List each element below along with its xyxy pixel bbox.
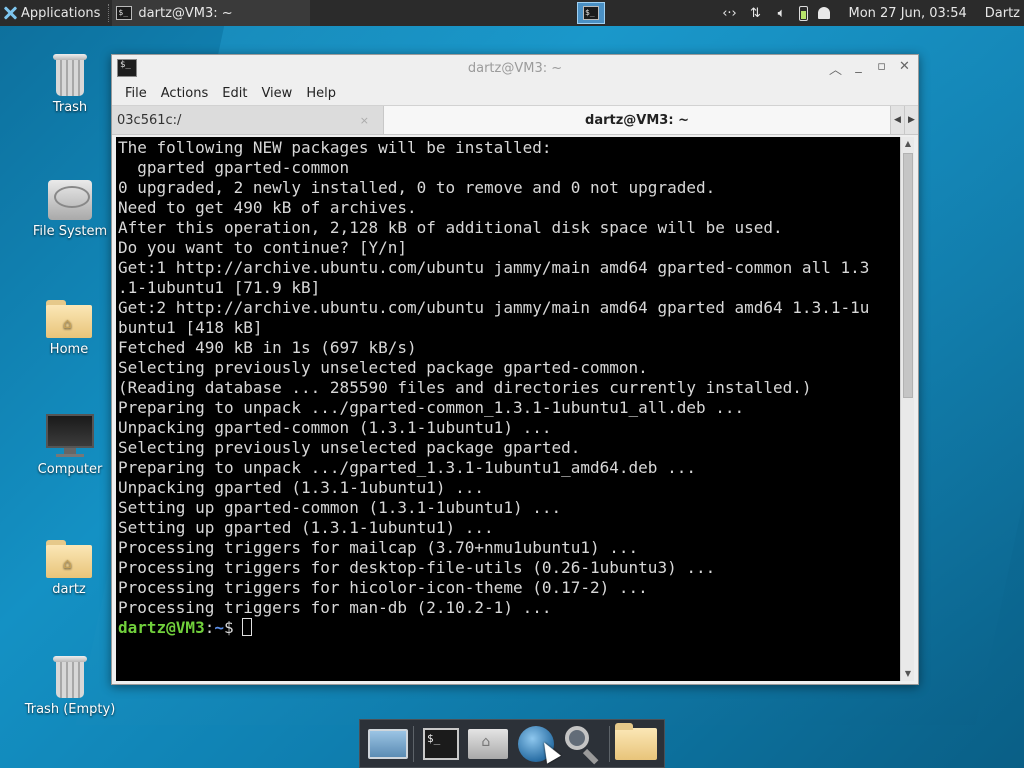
close-icon[interactable]: ✕ (897, 59, 912, 78)
shade-icon[interactable]: ︿ (828, 59, 843, 78)
tab-dartz-home[interactable]: dartz@VM3: ~ (384, 106, 890, 134)
terminal-line: Processing triggers for mailcap (3.70+nm… (118, 538, 639, 557)
monitor-icon (46, 414, 94, 458)
terminal-line: Do you want to continue? [Y/n] (118, 238, 407, 257)
terminal-line: gparted gparted-common (118, 158, 350, 177)
terminal-line: Setting up gparted-common (1.3.1-1ubuntu… (118, 498, 562, 517)
minimize-icon[interactable]: _ (851, 59, 866, 78)
tab-bar: 03c561c:/ × dartz@VM3: ~ ◀ ▶ (112, 105, 918, 135)
app-finder-icon (563, 724, 603, 764)
terminal-output[interactable]: The following NEW packages will be insta… (116, 137, 900, 681)
taskbar-terminal-label: dartz@VM3: ~ (138, 5, 233, 21)
applications-menu[interactable]: Applications (0, 0, 106, 26)
menu-edit[interactable]: Edit (215, 84, 254, 103)
tab-label: dartz@VM3: ~ (585, 112, 689, 128)
terminal-line: Setting up gparted (1.3.1-1ubuntu1) ... (118, 518, 494, 537)
terminal-line: The following NEW packages will be insta… (118, 138, 552, 157)
panel-separator (108, 4, 110, 22)
terminal-icon: $_ (422, 727, 459, 760)
maximize-icon[interactable]: ▫ (874, 59, 889, 78)
trash-icon (53, 54, 87, 96)
terminal-line: Get:2 http://archive.ubuntu.com/ubuntu j… (118, 298, 870, 317)
menu-file[interactable]: File (118, 84, 154, 103)
terminal-line: Preparing to unpack .../gparted-common_1… (118, 398, 745, 417)
tab-scroll-right-icon[interactable]: ▶ (904, 106, 918, 134)
trash-icon (53, 656, 87, 698)
terminal-icon[interactable]: $_ (117, 59, 137, 77)
dock-app-finder[interactable] (561, 722, 604, 766)
dock: $_ (359, 719, 665, 768)
home-folder-icon: ⌂ (46, 540, 92, 578)
terminal-cursor (241, 618, 252, 636)
network-arrows-icon[interactable]: ‹·› (721, 6, 737, 21)
tab-label: 03c561c:/ (117, 112, 182, 128)
home-folder-icon: ⌂ (46, 300, 92, 338)
applications-label: Applications (21, 5, 101, 21)
terminal-line: Get:1 http://archive.ubuntu.com/ubuntu j… (118, 258, 870, 277)
terminal-line: (Reading database ... 285590 files and d… (118, 378, 812, 397)
prompt-symbol: $ (223, 618, 234, 637)
battery-icon[interactable] (799, 5, 809, 21)
show-desktop-icon (367, 728, 408, 759)
prompt-user-host: dartz@VM3 (118, 618, 205, 637)
hard-disk-icon (48, 180, 92, 220)
dock-folder[interactable] (615, 722, 658, 766)
dock-file-manager[interactable] (467, 722, 510, 766)
terminal-line: Selecting previously unselected package … (118, 358, 648, 377)
scroll-up-icon[interactable]: ▲ (901, 137, 915, 151)
prompt-separator: : (204, 618, 215, 637)
terminal-icon: $_ (116, 6, 133, 20)
menubar: File Actions Edit View Help (112, 82, 918, 105)
scroll-down-icon[interactable]: ▼ (901, 667, 915, 681)
terminal-line: Processing triggers for hicolor-icon-the… (118, 578, 648, 597)
workspace-switcher[interactable]: $_ (577, 2, 605, 24)
tab-close-icon[interactable]: × (360, 114, 369, 127)
terminal-text: The following NEW packages will be insta… (116, 137, 900, 681)
xfce-logo-icon (3, 6, 17, 20)
terminal-line: Selecting previously unselected package … (118, 438, 581, 457)
file-manager-icon (468, 728, 509, 759)
terminal-line: Preparing to unpack .../gparted_1.3.1-1u… (118, 458, 696, 477)
clock[interactable]: Mon 27 Jun, 03:54 (848, 6, 966, 21)
dock-separator (608, 725, 611, 762)
terminal-scrollbar[interactable]: ▲ ▼ (900, 137, 914, 681)
menu-view[interactable]: View (254, 84, 299, 103)
taskbar-terminal-button[interactable]: $_ dartz@VM3: ~ (112, 0, 311, 26)
user-menu[interactable]: Dartz (985, 6, 1020, 21)
terminal-line: .1-1ubuntu1 [71.9 kB] (118, 278, 321, 297)
top-panel: Applications $_ dartz@VM3: ~ $_ ‹·› ⇅ 🔈︎… (0, 0, 1024, 26)
dock-terminal[interactable]: $_ (419, 722, 462, 766)
terminal-prompt: dartz@VM3:~$ (118, 618, 900, 638)
system-tray: ‹·› ⇅ 🔈︎ Mon 27 Jun, 03:54 Dartz (721, 0, 1024, 26)
dock-separator (413, 725, 415, 762)
menu-help[interactable]: Help (299, 84, 343, 103)
terminal-line: Processing triggers for man-db (2.10.2-1… (118, 598, 552, 617)
terminal-line: Need to get 490 kB of archives. (118, 198, 417, 217)
notification-bell-icon[interactable] (818, 7, 831, 19)
scrollbar-thumb[interactable] (903, 153, 913, 398)
tab-remote-root[interactable]: 03c561c:/ × (112, 106, 384, 134)
folder-icon (615, 722, 658, 760)
terminal-line: Unpacking gparted-common (1.3.1-1ubuntu1… (118, 418, 552, 437)
terminal-line: Unpacking gparted (1.3.1-1ubuntu1) ... (118, 478, 485, 497)
tab-scroll-left-icon[interactable]: ◀ (890, 106, 904, 134)
updown-arrows-icon[interactable]: ⇅ (747, 6, 763, 21)
terminal-line: After this operation, 2,128 kB of additi… (118, 218, 783, 237)
terminal-icon: $_ (583, 6, 599, 20)
menu-actions[interactable]: Actions (154, 84, 216, 103)
desktop-icon-label: Trash (Empty) (24, 702, 116, 717)
terminal-line: Processing triggers for desktop-file-uti… (118, 558, 716, 577)
terminal-line: Fetched 490 kB in 1s (697 kB/s) (118, 338, 417, 357)
terminal-line: 0 upgraded, 2 newly installed, 0 to remo… (118, 178, 716, 197)
prompt-path: ~ (214, 618, 224, 637)
window-titlebar[interactable]: $_ dartz@VM3: ~ ︿ _ ▫ ✕ (112, 55, 918, 82)
volume-icon[interactable]: 🔈︎ (773, 6, 789, 21)
window-title: dartz@VM3: ~ (467, 61, 563, 76)
terminal-window: $_ dartz@VM3: ~ ︿ _ ▫ ✕ File Actions Edi… (111, 54, 919, 685)
terminal-line: buntu1 [418 kB] (118, 318, 263, 337)
dock-show-desktop[interactable] (366, 722, 409, 766)
